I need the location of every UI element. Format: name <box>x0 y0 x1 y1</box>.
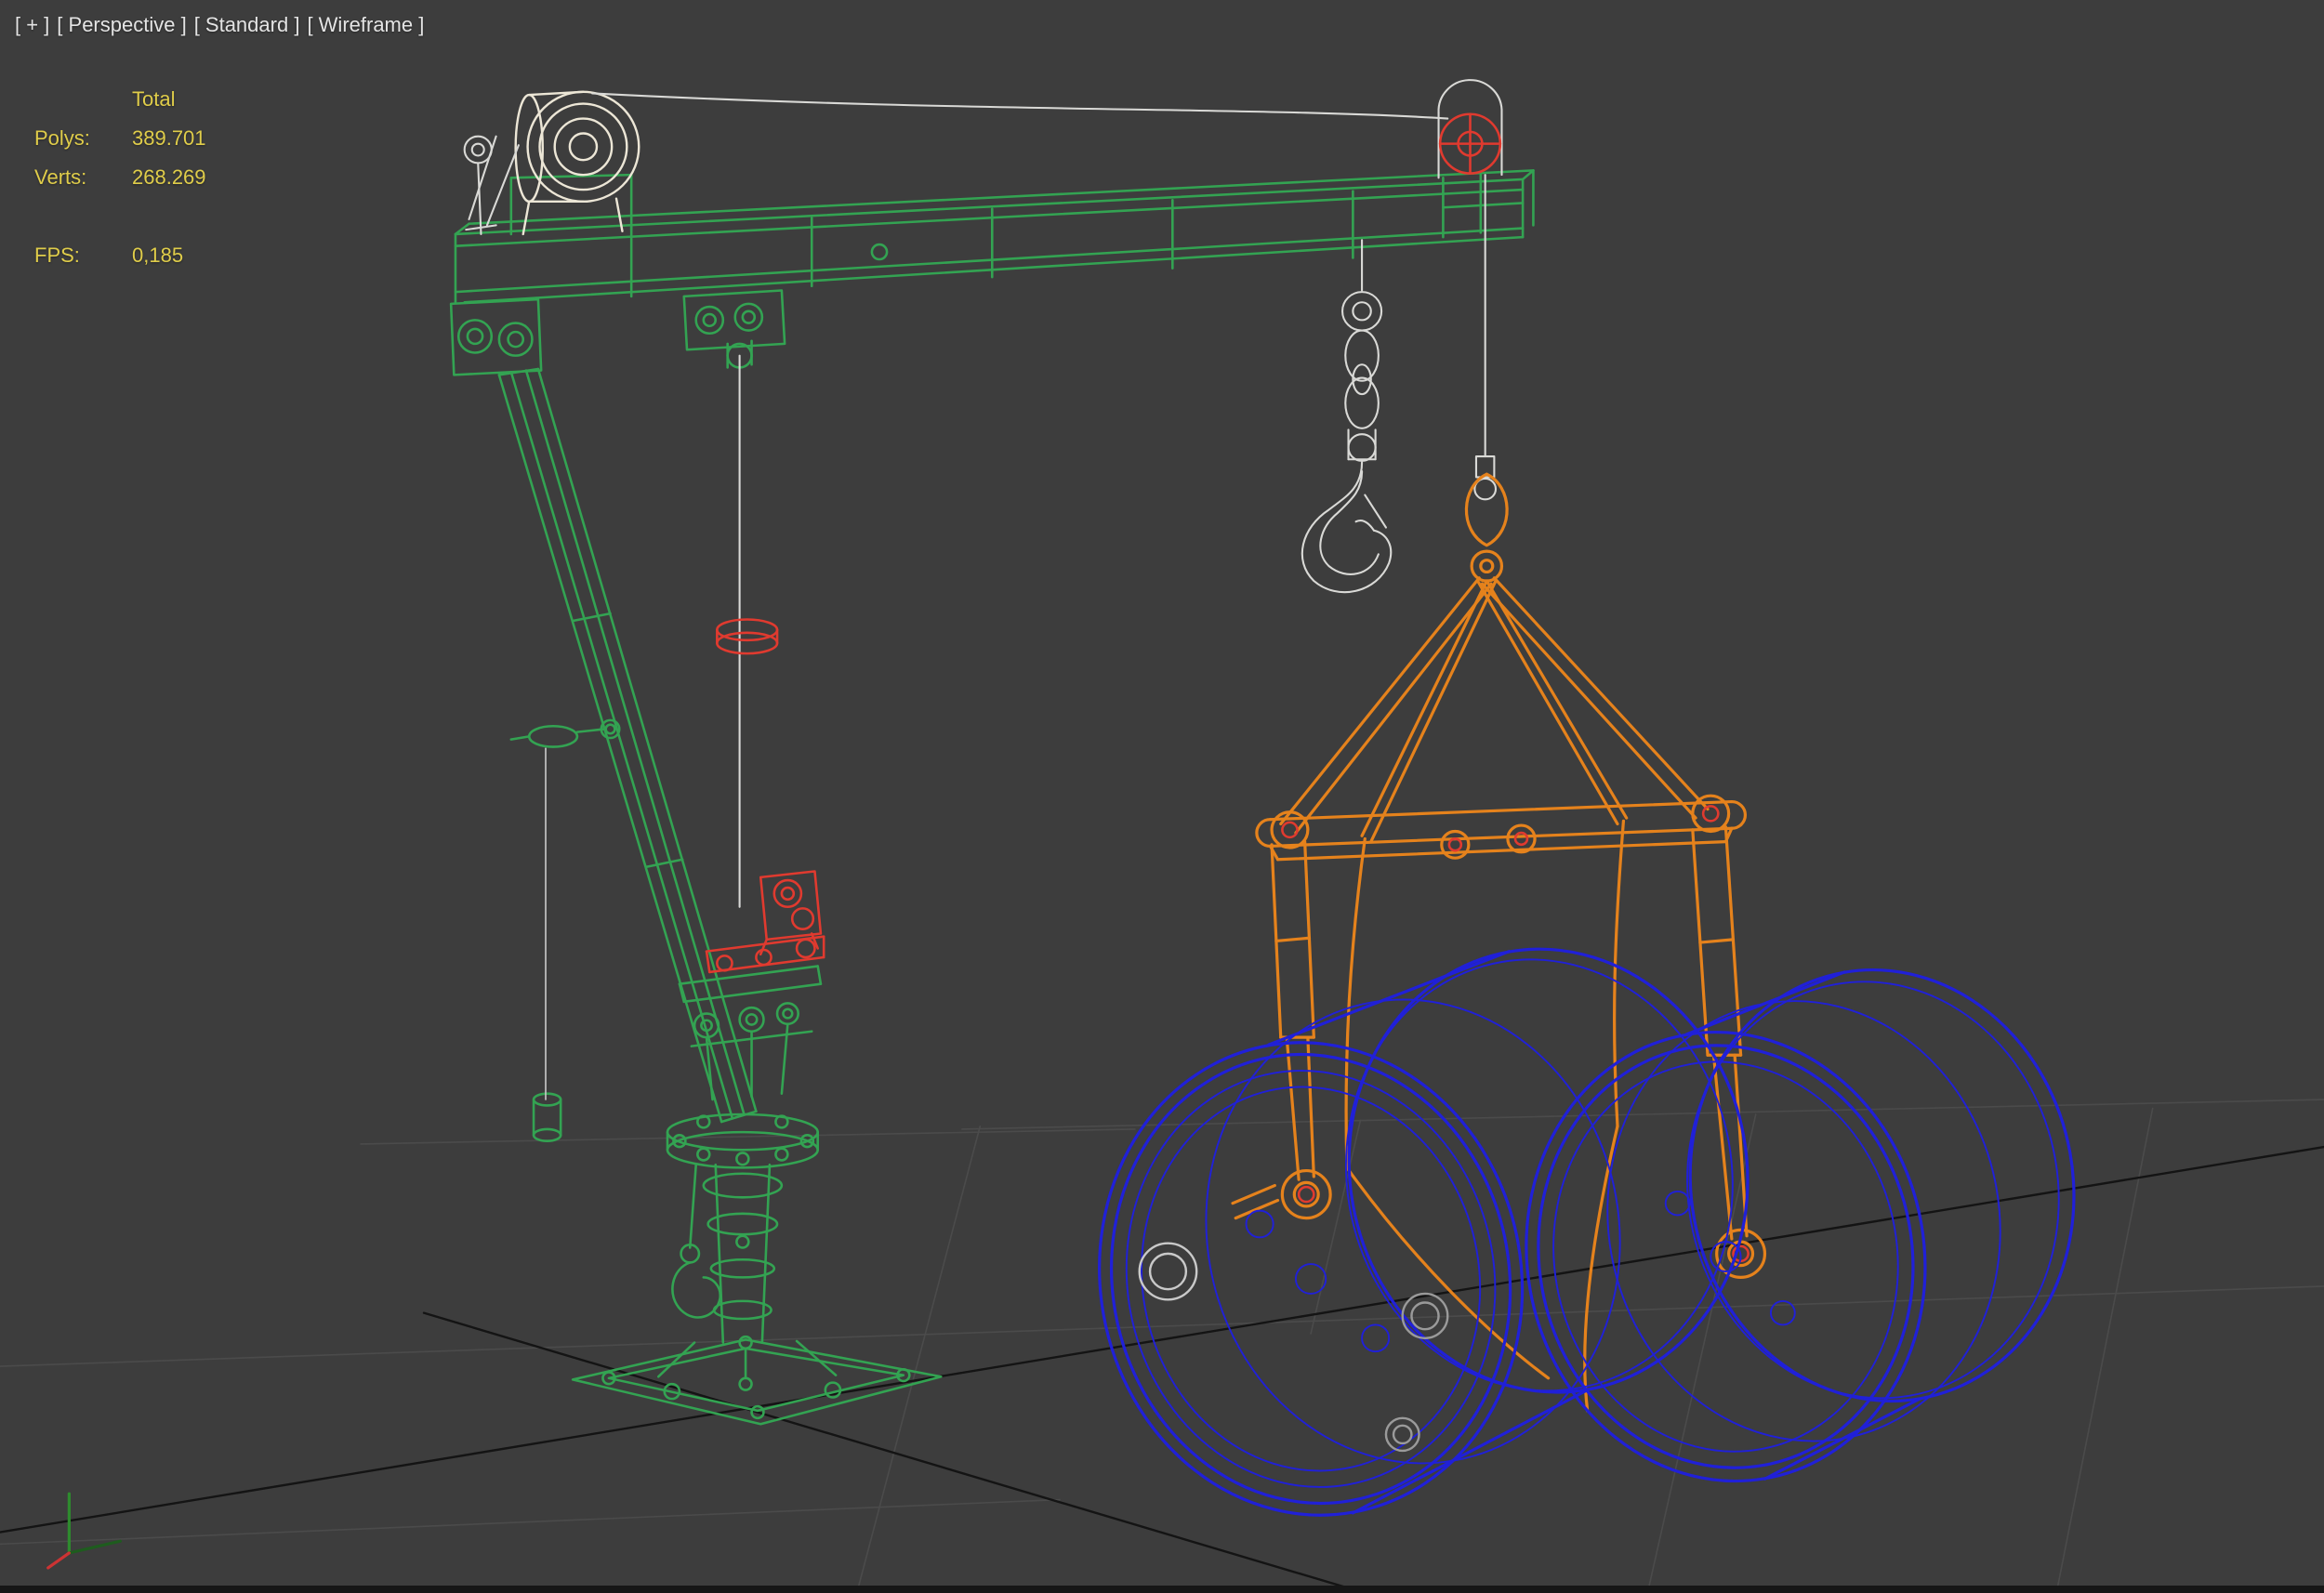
stats-verts-label: Verts: <box>34 165 132 190</box>
viewport-label: [ + ] [ Perspective ] [ Standard ] [ Wir… <box>15 13 424 37</box>
stats-fps-row: FPS: 0,185 <box>34 236 206 275</box>
stats-polys-value: 389.701 <box>132 126 206 151</box>
axis-gizmo: Z Y x <box>24 1467 139 1590</box>
crane-stowed-hook[interactable] <box>672 1165 720 1317</box>
crane-mast-collar[interactable] <box>511 720 619 747</box>
clamp-spreader-bar[interactable] <box>1257 796 1746 860</box>
statistics-overlay: Total Polys: 389.701 Verts: 268.269 FPS:… <box>34 80 206 275</box>
crane-base-column[interactable] <box>667 1114 818 1343</box>
viewport-bottom-edge <box>0 1586 2324 1593</box>
viewport-menu-general[interactable]: [ + ] <box>15 13 49 37</box>
stats-polys-row: Polys: 389.701 <box>34 119 206 158</box>
viewport-menu-shading[interactable]: [ Wireframe ] <box>307 13 424 37</box>
clamp-arms[interactable] <box>1233 821 1747 1411</box>
barrel-right[interactable] <box>1491 940 2108 1512</box>
boom-tip-pulley-red[interactable] <box>1440 114 1500 174</box>
scene-canvas[interactable]: Z Y x <box>0 0 2324 1593</box>
axis-y-label: Y <box>126 1531 139 1552</box>
viewport-menu-render-preset[interactable]: [ Standard ] <box>194 13 300 37</box>
crane-wireframe[interactable] <box>451 170 1533 1424</box>
floor-grid <box>0 1099 2324 1593</box>
stats-polys-label: Polys: <box>34 126 132 151</box>
home-grid-axis-line <box>0 1147 2324 1533</box>
axis-z-label: Z <box>59 1467 72 1490</box>
axis-x-line <box>48 1553 70 1568</box>
stats-spacer <box>34 197 206 236</box>
stats-verts-value: 268.269 <box>132 165 206 190</box>
selected-parts-red[interactable] <box>706 114 1500 972</box>
barrel-clamp-orange[interactable] <box>1233 474 1764 1411</box>
home-grid-axis-line <box>424 1313 1365 1593</box>
winch-drum[interactable] <box>516 92 640 234</box>
barrels-blue[interactable] <box>1062 918 2108 1548</box>
hoist-cable-top <box>592 93 1447 118</box>
stats-header-row: Total <box>34 80 206 119</box>
stats-total-header: Total <box>132 87 175 112</box>
clamp-spread-bars[interactable] <box>1281 578 1708 842</box>
stats-verts-row: Verts: 268.269 <box>34 158 206 197</box>
crane-hook[interactable] <box>1302 462 1391 592</box>
stats-fps-value: 0,185 <box>132 244 183 268</box>
winch-marker-dot <box>546 206 558 218</box>
red-cylinder-part[interactable] <box>717 619 777 653</box>
crane-support-rod[interactable] <box>534 1094 561 1141</box>
red-bracket-assembly[interactable] <box>706 872 824 972</box>
clamp-hanger-plates[interactable] <box>1272 827 1741 1056</box>
viewport-3d[interactable]: Z Y x [ + ] [ Perspective ] [ Standard ]… <box>0 0 2324 1593</box>
crane-slew-assembly[interactable] <box>680 967 821 1099</box>
clamp-hub-left[interactable] <box>1282 1171 1330 1218</box>
axis-y-line <box>69 1541 120 1553</box>
clamp-top-shackle[interactable] <box>1466 474 1507 546</box>
crane-pivot-bracket[interactable] <box>451 299 541 375</box>
rigging-white[interactable] <box>465 80 1502 1099</box>
viewport-menu-pov[interactable]: [ Perspective ] <box>57 13 186 37</box>
barrel-left[interactable] <box>1062 918 1783 1548</box>
chain-hook-assembly[interactable] <box>1302 240 1391 592</box>
misc-gray-parts[interactable] <box>1140 1244 1448 1451</box>
crane-base-plate[interactable] <box>573 1336 941 1424</box>
crane-sheave-bracket[interactable] <box>684 291 785 368</box>
stats-fps-label: FPS: <box>34 244 132 268</box>
